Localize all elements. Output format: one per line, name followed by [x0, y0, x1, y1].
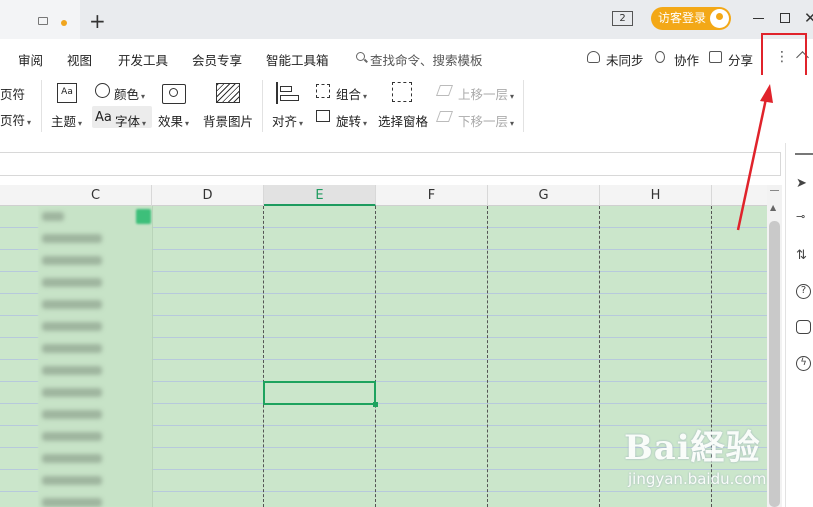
- blurred-cell: [42, 388, 102, 397]
- column-header-h[interactable]: H: [600, 185, 712, 206]
- rotate-button[interactable]: 旋转: [336, 111, 367, 130]
- selection-pane-button[interactable]: 选择窗格: [378, 111, 428, 130]
- page-break-line: [599, 206, 600, 507]
- menu-smart-toolbox[interactable]: 智能工具箱: [266, 50, 329, 69]
- blurred-cell: [42, 410, 102, 419]
- column-header-d[interactable]: D: [152, 185, 264, 206]
- ribbon-separator: [41, 80, 42, 132]
- blurred-cell: [42, 300, 102, 309]
- watermark-brand: Bai経验: [624, 428, 761, 468]
- avatar-icon: [710, 9, 729, 28]
- monitor-icon: [38, 17, 48, 25]
- collaborate-icon: [655, 51, 665, 63]
- background-image-icon: [216, 83, 240, 103]
- theme-button[interactable]: 主题: [51, 111, 82, 130]
- new-tab-button[interactable]: +: [89, 11, 106, 31]
- document-tab[interactable]: [0, 0, 80, 39]
- selected-cell[interactable]: [263, 381, 378, 407]
- theme-icon[interactable]: Aa: [57, 83, 77, 103]
- ribbon-separator: [262, 80, 263, 132]
- blurred-cell: [42, 366, 102, 375]
- window-count-badge[interactable]: 2: [612, 11, 633, 26]
- blurred-cell: [42, 432, 102, 441]
- scroll-split-handle[interactable]: [770, 190, 779, 191]
- sync-status-button[interactable]: 未同步: [606, 50, 644, 69]
- column-gridline: [152, 206, 153, 507]
- blurred-cell: [42, 498, 102, 507]
- help-icon[interactable]: ?: [796, 284, 811, 299]
- close-button[interactable]: ✕: [804, 9, 813, 27]
- column-header-c[interactable]: C: [40, 185, 152, 206]
- share-icon: [709, 51, 722, 63]
- blurred-cell: [42, 322, 102, 331]
- maximize-button[interactable]: [780, 13, 790, 23]
- blurred-cell: [42, 234, 102, 243]
- minimize-button[interactable]: [753, 18, 764, 19]
- side-panel-handle[interactable]: [795, 153, 813, 155]
- align-button[interactable]: 对齐: [272, 111, 303, 130]
- page-break-label-a[interactable]: 页符: [0, 84, 25, 103]
- column-header-g[interactable]: G: [488, 185, 600, 206]
- lightning-icon[interactable]: ϟ: [796, 356, 811, 371]
- move-down-button[interactable]: 下移一层: [458, 111, 514, 130]
- share-button[interactable]: 分享: [728, 50, 753, 69]
- page-break-line: [263, 206, 264, 507]
- font-prefix: Aa: [95, 110, 112, 125]
- search-icon: [356, 52, 365, 61]
- rotate-icon: [316, 110, 330, 122]
- background-image-button[interactable]: 背景图片: [203, 111, 253, 130]
- palette-icon: [95, 83, 110, 98]
- column-header-e[interactable]: E: [264, 185, 376, 206]
- adjust-icon[interactable]: ⊸: [796, 210, 812, 226]
- group-icon: [316, 84, 330, 98]
- blurred-cell: [42, 278, 102, 287]
- page-break-line: [487, 206, 488, 507]
- blurred-cell: [42, 476, 102, 485]
- scroll-thumb[interactable]: [769, 221, 780, 507]
- color-button[interactable]: 颜色: [114, 84, 145, 103]
- cursor-select-icon[interactable]: ➤: [796, 176, 812, 192]
- page-break-label-b[interactable]: 页符: [0, 110, 31, 129]
- menu-member-exclusive[interactable]: 会员专享: [192, 50, 242, 69]
- unsaved-dot-icon: [61, 20, 67, 26]
- transform-icon[interactable]: ⇅: [796, 248, 812, 264]
- align-icon-bar-b: [280, 95, 299, 101]
- watermark-url: jingyan.baidu.com: [628, 470, 767, 488]
- effect-button[interactable]: 效果: [158, 111, 189, 130]
- blurred-cell: [42, 454, 102, 463]
- menu-view[interactable]: 视图: [67, 50, 92, 69]
- ribbon-separator: [523, 80, 524, 132]
- scroll-up-icon[interactable]: ▲: [770, 203, 776, 212]
- menu-review[interactable]: 审阅: [18, 50, 43, 69]
- align-icon-bar-a: [280, 86, 292, 92]
- page-break-line: [375, 206, 376, 507]
- cloud-icon: [587, 51, 600, 63]
- visitor-login-button[interactable]: 访客登录: [651, 7, 731, 30]
- align-icon: [276, 82, 278, 104]
- blurred-cell: [42, 344, 102, 353]
- move-up-button[interactable]: 上移一层: [458, 84, 514, 103]
- baidu-watermark: Bai経验 jingyan.baidu.com: [624, 420, 766, 488]
- selection-pane-icon: [392, 82, 412, 102]
- font-button[interactable]: 字体: [115, 111, 146, 130]
- visitor-login-label: 访客登录: [658, 11, 707, 25]
- menu-developer-tools[interactable]: 开发工具: [118, 50, 168, 69]
- collaborate-button[interactable]: 协作: [674, 50, 699, 69]
- command-search-input[interactable]: 查找命令、搜索模板: [370, 50, 483, 69]
- blurred-cell: [42, 256, 102, 265]
- blurred-cell: [42, 212, 64, 221]
- effect-icon: [162, 84, 186, 104]
- filter-chip-icon: [136, 209, 151, 224]
- group-button[interactable]: 组合: [336, 84, 367, 103]
- assistant-icon[interactable]: [796, 320, 811, 334]
- column-header-f[interactable]: F: [376, 185, 488, 206]
- formula-input[interactable]: [0, 152, 781, 176]
